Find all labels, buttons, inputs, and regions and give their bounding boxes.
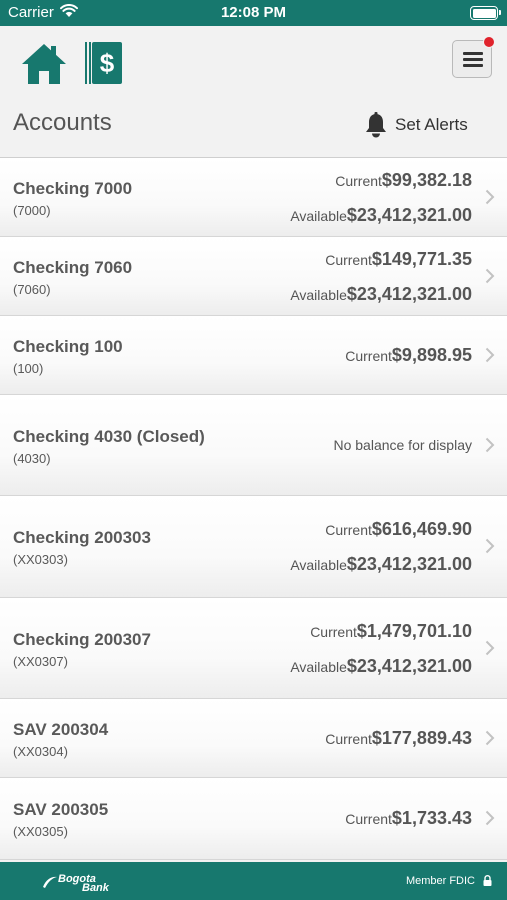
chevron-right-icon — [485, 189, 495, 205]
account-row[interactable]: Checking 4030 (Closed) (4030) No balance… — [0, 395, 507, 496]
available-balance: Available$23,412,321.00 — [290, 656, 472, 676]
current-balance: Current$1,733.43 — [345, 808, 472, 828]
account-row[interactable]: SAV 200304 (XX0304) Current$177,889.43 — [0, 699, 507, 778]
current-balance: Current$149,771.35 — [325, 249, 472, 269]
chevron-right-icon — [485, 538, 495, 554]
current-balance: Current$9,898.95 — [345, 345, 472, 365]
account-row[interactable]: Checking 7060 (7060) Current$149,771.35 … — [0, 237, 507, 316]
page-title: Accounts — [13, 109, 112, 136]
account-name: SAV 200304 — [13, 720, 109, 739]
battery-icon — [470, 6, 501, 20]
chevron-right-icon — [485, 347, 495, 363]
chevron-right-icon — [485, 268, 495, 284]
status-bar: Carrier 12:08 PM — [0, 0, 507, 26]
set-alerts-button[interactable]: Set Alerts — [365, 112, 495, 140]
home-icon[interactable] — [20, 42, 68, 86]
accounts-header: Accounts Set Alerts — [0, 108, 507, 158]
footer: Bogota Bank Member FDIC — [0, 862, 507, 900]
svg-text:$: $ — [100, 48, 115, 78]
chevron-right-icon — [485, 730, 495, 746]
account-number: (XX0303) — [13, 552, 68, 567]
account-name: Checking 7000 — [13, 179, 133, 198]
current-balance: Current$177,889.43 — [325, 728, 472, 748]
current-balance: Current$616,469.90 — [325, 519, 472, 539]
account-name: Checking 200307 — [13, 630, 151, 649]
chevron-right-icon — [485, 640, 495, 656]
account-row[interactable]: Checking 200307 (XX0307) Current$1,479,7… — [0, 598, 507, 699]
account-number: (XX0307) — [13, 654, 68, 669]
account-number: (100) — [13, 361, 44, 376]
chevron-right-icon — [485, 437, 495, 453]
account-number: (XX0304) — [13, 744, 68, 759]
account-row[interactable]: Checking 100 (100) Current$9,898.95 — [0, 316, 507, 395]
account-name: Checking 7060 — [13, 258, 133, 277]
bank-logo: Bogota Bank — [42, 871, 122, 894]
lock-icon — [483, 875, 492, 886]
bell-icon — [366, 112, 386, 138]
menu-button[interactable] — [452, 36, 495, 78]
account-name: SAV 200305 — [13, 800, 109, 819]
member-fdic-label: Member FDIC — [405, 875, 475, 887]
account-number: (XX0305) — [13, 824, 68, 839]
money-icon[interactable]: $ — [84, 40, 126, 86]
account-name: Checking 100 — [13, 337, 123, 356]
notification-badge — [483, 36, 495, 48]
available-balance: Available$23,412,321.00 — [290, 284, 472, 304]
account-number: (7000) — [13, 203, 51, 218]
logo-swoosh-icon — [43, 876, 57, 888]
no-balance-text: No balance for display — [333, 437, 472, 453]
account-row[interactable]: Checking 200303 (XX0303) Current$616,469… — [0, 496, 507, 598]
accounts-list: Checking 7000 (7000) Current$99,382.18 A… — [0, 157, 507, 860]
available-balance: Available$23,412,321.00 — [290, 205, 472, 225]
account-name: Checking 4030 (Closed) — [13, 427, 205, 446]
top-nav: $ — [0, 26, 507, 108]
account-number: (7060) — [13, 282, 51, 297]
clock: 12:08 PM — [220, 4, 287, 21]
account-number: (4030) — [13, 451, 51, 466]
current-balance: Current$99,382.18 — [335, 170, 472, 190]
available-balance: Available$23,412,321.00 — [290, 554, 472, 574]
account-row[interactable]: Checking 7000 (7000) Current$99,382.18 A… — [0, 158, 507, 237]
account-row[interactable]: SAV 200305 (XX0305) Current$1,733.43 — [0, 778, 507, 860]
account-name: Checking 200303 — [13, 528, 151, 547]
current-balance: Current$1,479,701.10 — [310, 621, 472, 641]
chevron-right-icon — [485, 810, 495, 826]
set-alerts-label: Set Alerts — [395, 115, 468, 134]
